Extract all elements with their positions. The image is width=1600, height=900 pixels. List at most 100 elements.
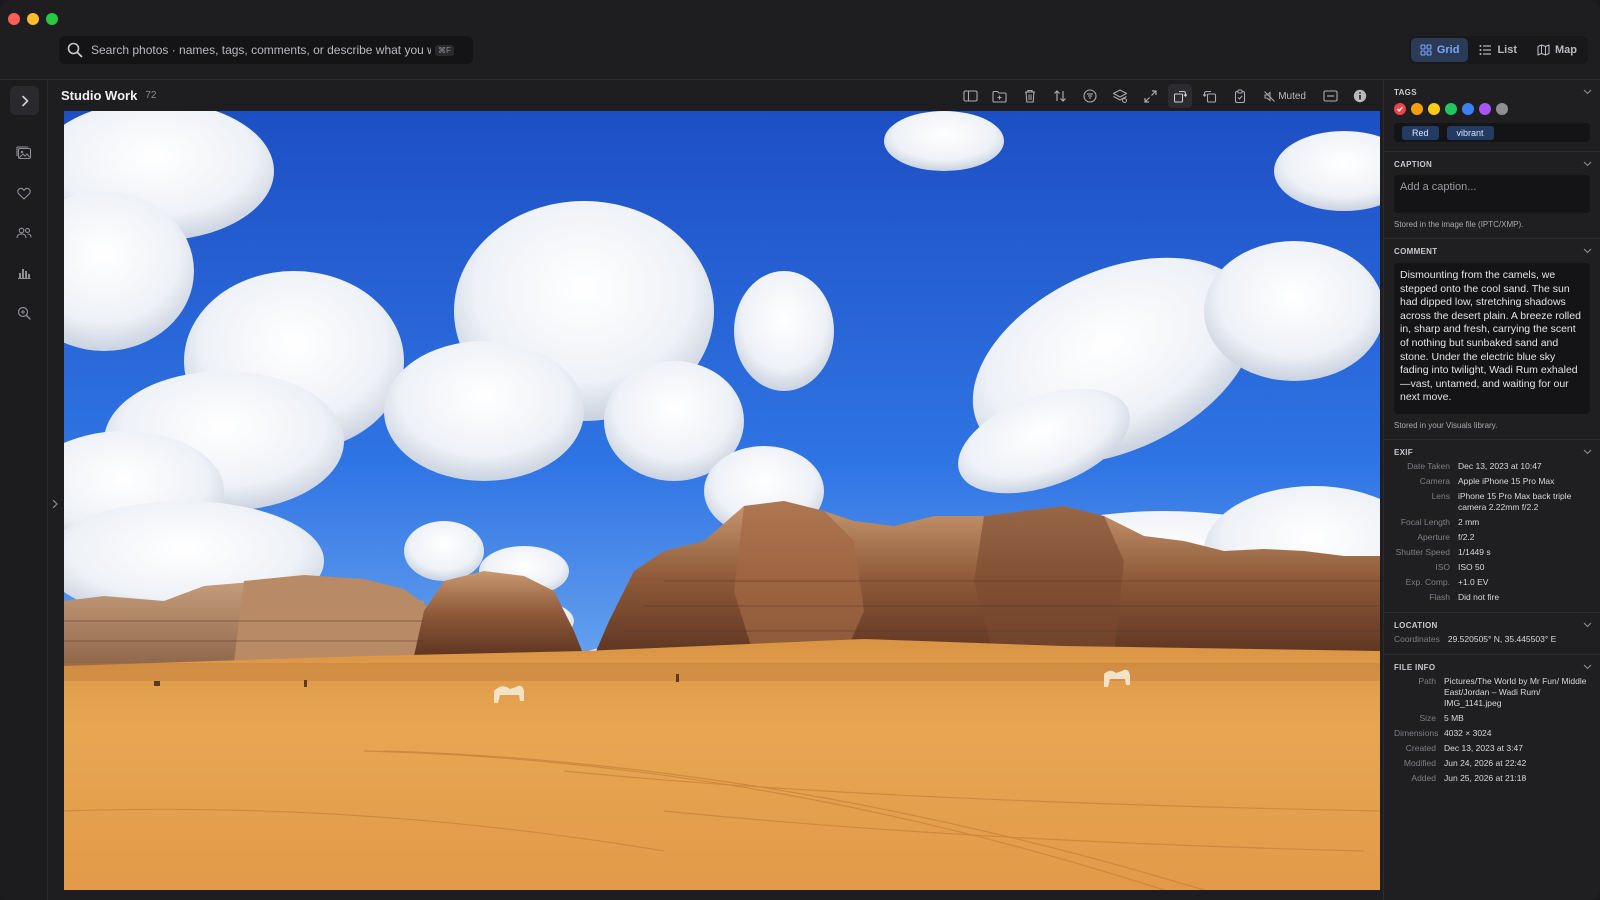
comment-title: COMMENT [1394,247,1438,256]
file-info-key: Added [1411,773,1436,783]
file-info-row: Dimensions 4032 × 3024 [1394,728,1590,739]
sort-icon [1054,90,1067,102]
rotate-left-button[interactable] [1198,84,1222,108]
color-swatch-blue[interactable] [1462,103,1474,115]
file-path[interactable]: Pictures/The World by Mr Fun/ Middle Eas… [1444,676,1590,709]
tag-input[interactable]: Red vibrant [1394,123,1590,142]
search-bar[interactable]: ⌘F [59,36,473,64]
heart-icon [17,187,31,200]
tag-chip[interactable]: Red [1402,125,1439,140]
sidebar-search-button[interactable] [15,304,33,322]
exif-value: +1.0 EV [1458,577,1489,587]
exif-value: Dec 13, 2023 at 10:47 [1458,461,1542,471]
view-map-button[interactable]: Map [1528,38,1586,62]
sidebar-stats-button[interactable] [15,264,33,282]
rotate-right-button[interactable] [1168,84,1193,108]
collapse-filmstrip-handle[interactable] [52,498,58,512]
exif-value: 1/1449 s [1458,547,1491,557]
exif-key: Exp. Comp. [1405,577,1450,587]
exif-row: Aperture f/2.2 [1394,532,1590,543]
file-info-value: Jun 25, 2026 at 21:18 [1444,773,1527,783]
sidebar-photos-button[interactable] [15,144,33,162]
fullscreen-button[interactable] [1138,84,1162,108]
color-swatch-red[interactable] [1394,103,1406,115]
filter-button[interactable] [1078,84,1102,108]
caption-input[interactable] [1400,181,1584,193]
caption-field-wrapper [1394,175,1590,213]
view-list-button[interactable]: List [1470,38,1526,62]
exif-row: Camera Apple iPhone 15 Pro Max [1394,476,1590,487]
view-grid-button[interactable]: Grid [1410,38,1469,62]
close-window-button[interactable] [8,13,20,25]
tags-title: TAGS [1394,88,1417,97]
chevron-right-icon [52,499,58,509]
info-button[interactable] [1348,84,1372,108]
left-sidebar [0,80,48,900]
photo-viewer[interactable] [64,111,1380,890]
file-info-key: Size [1419,713,1436,723]
exif-key: Aperture [1417,532,1450,542]
delete-button[interactable] [1018,84,1042,108]
zoom-window-button[interactable] [46,13,58,25]
exif-key: Lens [1431,491,1450,501]
file-info-row: Modified Jun 24, 2026 at 22:42 [1394,758,1590,769]
speaker-muted-icon [1264,90,1276,102]
location-title: LOCATION [1394,621,1438,630]
caption-title: CAPTION [1394,160,1433,169]
file-info-key: Modified [1403,758,1436,768]
exif-row: Shutter Speed 1/1449 s [1394,547,1590,558]
file-info-value: Dec 13, 2023 at 3:47 [1444,743,1523,753]
color-swatch-gray[interactable] [1496,103,1508,115]
copy-to-clipboard-button[interactable] [1228,84,1252,108]
exif-key: Focal Length [1400,517,1450,527]
file-info-section: FILE INFO Path Pictures/The World by Mr F… [1384,655,1600,793]
location-section: LOCATION Coordinates 29.520505° N, 35.445… [1384,613,1600,655]
color-swatch-purple[interactable] [1479,103,1491,115]
toggle-panel-button[interactable] [958,84,982,108]
chart-icon [18,269,31,279]
layers-icon [1113,89,1128,103]
chevron-down-icon[interactable] [1583,449,1592,455]
app-window: ⌘F Grid List Map [0,0,1600,900]
exif-value: f/2.2 [1458,532,1475,542]
file-info-key: Path [1418,676,1437,686]
location-coordinates[interactable]: 29.520505° N, 35.445503° E [1448,634,1556,645]
chevron-right-icon [21,95,28,106]
search-input[interactable] [91,43,431,57]
minimize-window-button[interactable] [27,13,39,25]
sidebar-people-button[interactable] [15,224,33,242]
people-icon [16,227,32,239]
add-to-folder-button[interactable] [988,84,1012,108]
expand-sidebar-button[interactable] [10,86,39,115]
sort-button[interactable] [1048,84,1072,108]
search-icon [67,42,83,58]
mute-toggle[interactable]: Muted [1258,84,1312,108]
chevron-down-icon[interactable] [1583,248,1592,254]
album-count: 72 [145,90,157,101]
file-info-row: Path Pictures/The World by Mr Fun/ Middle… [1394,676,1590,709]
zoom-search-icon [17,306,31,320]
tag-chip[interactable]: vibrant [1446,125,1494,140]
exif-key: Shutter Speed [1395,547,1450,557]
chevron-down-icon[interactable] [1583,89,1592,95]
sidebar-favorites-button[interactable] [15,184,33,202]
comment-textarea[interactable]: Dismounting from the camels, we stepped … [1394,263,1590,414]
caption-section: CAPTION Stored in the image file (IPTC/X… [1384,152,1600,239]
view-map-label: Map [1555,44,1577,56]
clipboard-icon [1235,89,1246,103]
chevron-down-icon[interactable] [1583,622,1592,628]
color-swatch-orange[interactable] [1411,103,1423,115]
view-switcher: Grid List Map [1408,36,1588,64]
stack-button[interactable] [1108,84,1132,108]
chevron-down-icon[interactable] [1583,664,1592,670]
minimize-view-button[interactable] [1318,84,1342,108]
chevron-down-icon[interactable] [1583,161,1592,167]
exif-key: Date Taken [1407,461,1450,471]
color-swatch-yellow[interactable] [1428,103,1440,115]
color-swatch-green[interactable] [1445,103,1457,115]
muted-label: Muted [1278,90,1306,102]
photo-toolbar: Muted [958,84,1372,108]
exif-title: EXIF [1394,448,1413,457]
file-info-key: Dimensions [1394,728,1439,738]
rotate-left-icon [1203,90,1217,103]
